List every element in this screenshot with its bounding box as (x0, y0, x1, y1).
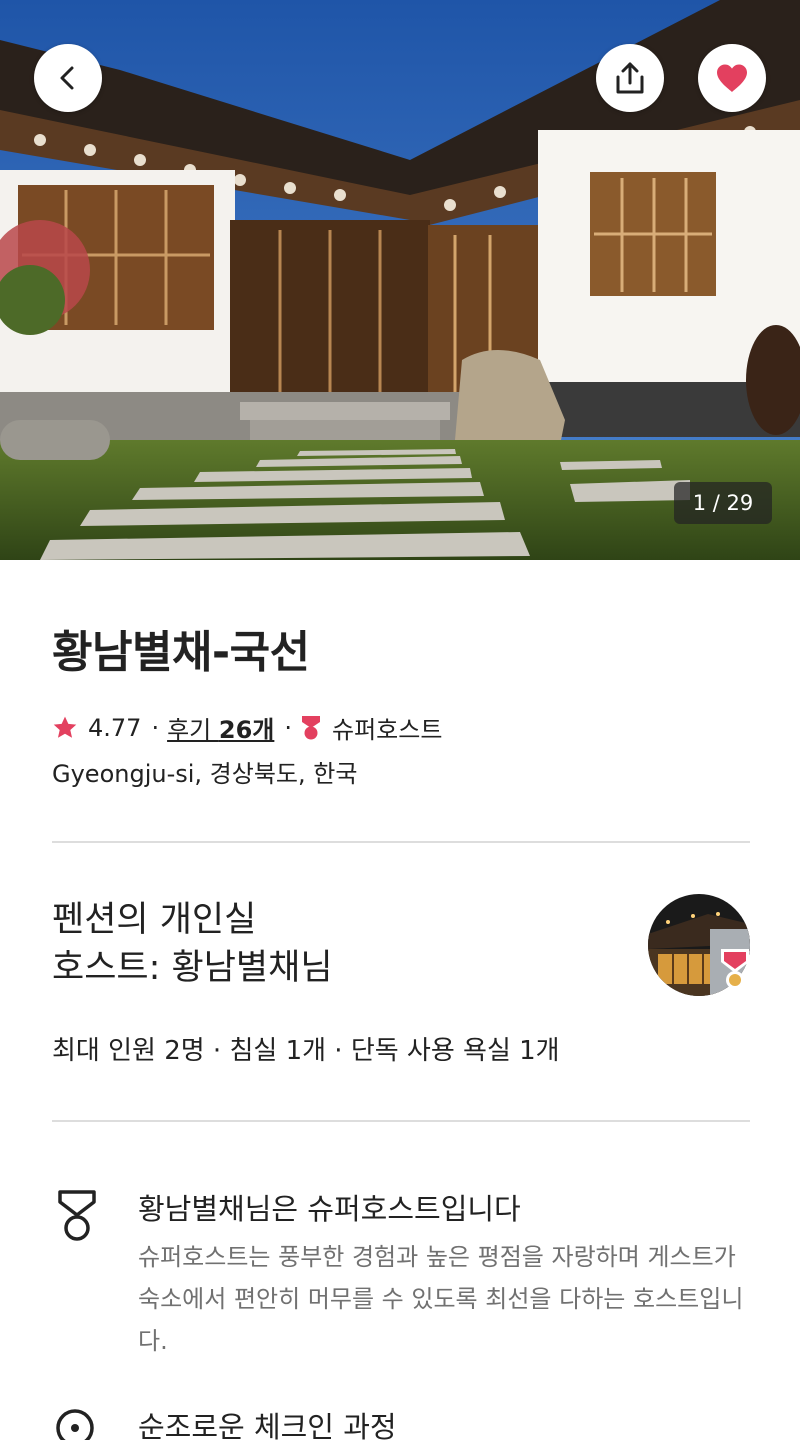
star-icon (53, 716, 77, 738)
reviews-prefix: 후기 (167, 716, 219, 744)
listing-meta: 4.77 · 후기 26개 · 슈퍼호스트 (52, 710, 442, 745)
superhost-medal-icon (58, 1190, 96, 1241)
chevron-left-icon (60, 66, 74, 90)
feature-title: 황남별채님은 슈퍼호스트입니다 (138, 1192, 521, 1226)
room-type: 펜션의 개인실 (52, 900, 257, 940)
listing-photo[interactable]: 1 / 29 (0, 0, 800, 560)
heart-icon (717, 64, 747, 92)
meta-separator: · (151, 713, 160, 742)
host-avatar[interactable] (648, 894, 750, 996)
back-button[interactable] (34, 44, 102, 112)
divider (52, 841, 750, 843)
superhost-avatar-badge-icon (721, 949, 749, 989)
reviews-link[interactable]: 후기 26개 (167, 710, 274, 745)
checkin-icon (56, 1409, 94, 1440)
rating-value: 4.77 (88, 713, 142, 742)
listing-location: Gyeongju-si, 경상북도, 한국 (52, 760, 358, 788)
share-button[interactable] (596, 44, 664, 112)
meta-separator: · (284, 713, 292, 742)
host-name: 호스트: 황남별채님 (52, 948, 333, 988)
hanok-courtyard-photo (0, 0, 800, 560)
feature-description: 슈퍼호스트는 풍부한 경험과 높은 평점을 자랑하며 게스트가 숙소에서 편안히… (138, 1243, 744, 1355)
superhost-label: 슈퍼호스트 (332, 716, 443, 744)
superhost-badge-icon (302, 715, 320, 739)
listing-title: 황남별채-국선 (52, 627, 310, 678)
host-summary: 펜션의 개인실 호스트: 황남별채님 (52, 896, 333, 992)
feature-title: 순조로운 체크인 과정 (138, 1410, 397, 1440)
reviews-count: 26개 (218, 716, 275, 744)
favorite-button[interactable] (698, 44, 766, 112)
capacity-summary: 최대 인원 2명 · 침실 1개 · 단독 사용 욕실 1개 (52, 1036, 560, 1066)
divider (52, 1120, 750, 1122)
share-icon (616, 62, 644, 94)
photo-counter: 1 / 29 (674, 482, 772, 524)
